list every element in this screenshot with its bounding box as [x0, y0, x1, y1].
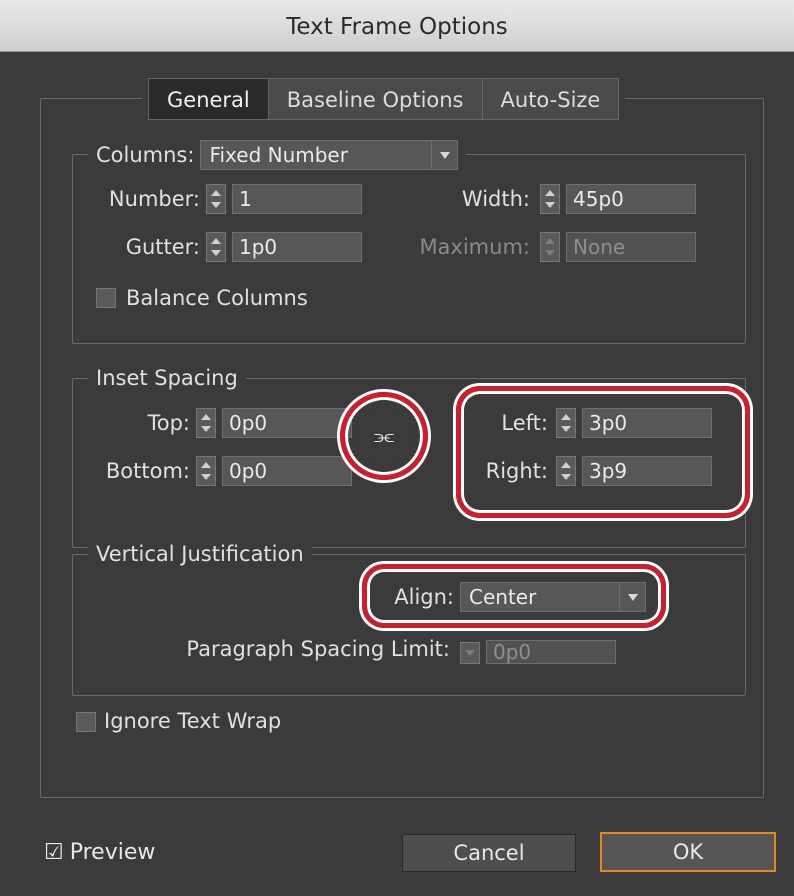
gutter-stepper[interactable]: [206, 232, 226, 262]
width-input[interactable]: 45p0: [566, 184, 696, 214]
chain-link-broken-icon: ⫘: [374, 423, 394, 449]
align-dropdown[interactable]: Center: [460, 582, 646, 612]
align-label: Align:: [394, 585, 454, 609]
ignore-text-wrap-checkbox[interactable]: [76, 712, 96, 732]
tab-baseline-options[interactable]: Baseline Options: [267, 78, 482, 120]
window-title: Text Frame Options: [0, 0, 794, 52]
arrow-up-icon: [201, 462, 211, 468]
preview-label: Preview: [69, 840, 156, 865]
arrow-down-icon: [561, 474, 571, 480]
right-input[interactable]: 3p9: [582, 456, 712, 486]
cancel-button[interactable]: Cancel: [402, 834, 576, 872]
gutter-input[interactable]: 1p0: [232, 232, 362, 262]
number-stepper[interactable]: [206, 184, 226, 214]
spacing-limit-stepper: [460, 642, 480, 664]
gutter-label: Gutter:: [125, 235, 200, 259]
columns-label: Columns:: [96, 143, 195, 167]
arrow-down-icon: [561, 426, 571, 432]
arrow-up-icon: [201, 414, 211, 420]
arrow-down-icon: [545, 202, 555, 208]
arrow-down-icon: [211, 250, 221, 256]
bottom-stepper[interactable]: [196, 456, 216, 486]
columns-type-value: Fixed Number: [209, 143, 348, 167]
checkmark-icon: ☑: [44, 840, 64, 865]
make-all-settings-same-button[interactable]: ⫘: [354, 406, 414, 466]
arrow-up-icon: [545, 190, 555, 196]
columns-legend: Columns: Fixed Number: [88, 140, 467, 170]
text-frame-options-dialog: General Baseline Options Auto-Size Colum…: [0, 52, 794, 896]
maximum-label: Maximum:: [419, 235, 530, 259]
tab-auto-size[interactable]: Auto-Size: [481, 78, 620, 120]
spacing-limit-input: 0p0: [486, 640, 616, 664]
bottom-input[interactable]: 0p0: [222, 456, 352, 486]
paragraph-spacing-limit-label: Paragraph Spacing Limit:: [186, 637, 450, 661]
arrow-up-icon: [211, 238, 221, 244]
right-stepper[interactable]: [556, 456, 576, 486]
top-stepper[interactable]: [196, 408, 216, 438]
balance-columns-label: Balance Columns: [126, 286, 308, 310]
left-right-highlight: [456, 386, 750, 518]
balance-columns-checkbox[interactable]: [96, 288, 116, 308]
arrow-down-icon: [211, 202, 221, 208]
vertical-justification-legend: Vertical Justification: [88, 540, 312, 568]
arrow-up-icon: [211, 190, 221, 196]
left-input[interactable]: 3p0: [582, 408, 712, 438]
left-label: Left:: [501, 411, 548, 435]
chevron-down-icon: [431, 141, 457, 169]
arrow-down-icon: [201, 426, 211, 432]
arrow-down-icon: [545, 250, 555, 256]
top-label: Top:: [147, 411, 190, 435]
tab-bar: General Baseline Options Auto-Size: [142, 78, 626, 120]
arrow-up-icon: [561, 414, 571, 420]
arrow-up-icon: [545, 238, 555, 244]
right-label: Right:: [485, 459, 548, 483]
arrow-up-icon: [561, 462, 571, 468]
tab-general[interactable]: General: [148, 78, 268, 120]
bottom-label: Bottom:: [105, 459, 190, 483]
width-stepper[interactable]: [540, 184, 560, 214]
width-label: Width:: [461, 187, 530, 211]
align-value: Center: [469, 585, 537, 609]
arrow-down-icon: [465, 650, 475, 656]
columns-type-dropdown[interactable]: Fixed Number: [200, 140, 459, 170]
preview-checkbox[interactable]: ☑ Preview: [44, 840, 155, 865]
ignore-text-wrap-label: Ignore Text Wrap: [104, 709, 282, 733]
top-input[interactable]: 0p0: [222, 408, 352, 438]
maximum-stepper: [540, 232, 560, 262]
left-stepper[interactable]: [556, 408, 576, 438]
ok-button[interactable]: OK: [600, 832, 776, 872]
arrow-down-icon: [201, 474, 211, 480]
number-label: Number:: [108, 187, 200, 211]
inset-spacing-legend: Inset Spacing: [88, 364, 246, 392]
chevron-down-icon: [619, 583, 645, 611]
maximum-input: None: [566, 232, 696, 262]
number-input[interactable]: 1: [232, 184, 362, 214]
